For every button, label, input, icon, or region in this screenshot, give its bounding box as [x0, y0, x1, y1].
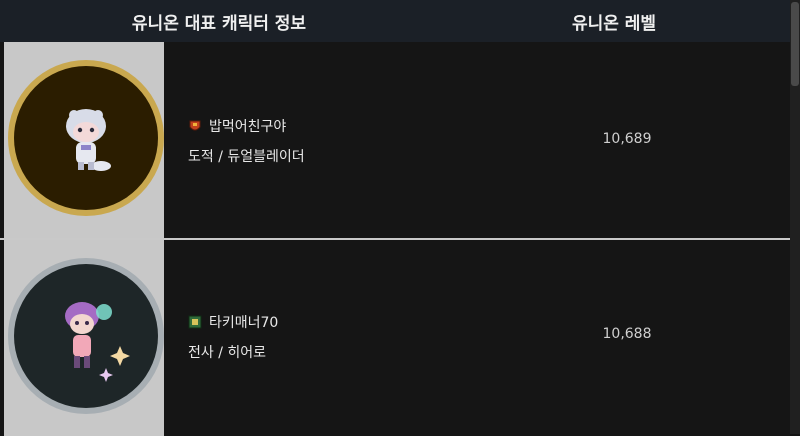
header-character-info: 유니온 대표 캐릭터 정보 — [131, 13, 307, 34]
character-info: 밥먹어친구야 도적 / 듀얼블레이더 — [188, 116, 305, 166]
guild-emblem-icon — [188, 315, 202, 329]
character-name[interactable]: 밥먹어친구야 — [209, 116, 286, 136]
union-ranking-table: 유니온 대표 캐릭터 정보 유니온 레벨 밥먹어친구야 도적 / 듀얼블레이더 … — [0, 0, 800, 436]
header-union-level: 유니온 레벨 — [571, 13, 657, 34]
scrollbar-thumb[interactable] — [791, 2, 799, 86]
union-level-value: 10,688 — [602, 326, 652, 342]
character-job: 도적 / 듀얼블레이더 — [188, 149, 305, 165]
scrollbar[interactable] — [790, 0, 800, 434]
guild-emblem-icon — [189, 120, 201, 131]
avatar — [4, 240, 164, 436]
table-header: 유니온 대표 캐릭터 정보 유니온 레벨 — [0, 0, 790, 42]
character-job: 전사 / 히어로 — [188, 345, 267, 361]
union-level-value: 10,689 — [602, 131, 652, 147]
character-info: 타키매너70 전사 / 히어로 — [188, 312, 278, 362]
avatar — [4, 42, 164, 238]
table-row[interactable]: 밥먹어친구야 도적 / 듀얼블레이더 10,689 — [0, 42, 790, 238]
character-name[interactable]: 타키매너70 — [209, 312, 278, 332]
table-row[interactable]: 타키매너70 전사 / 히어로 10,688 — [0, 240, 790, 436]
